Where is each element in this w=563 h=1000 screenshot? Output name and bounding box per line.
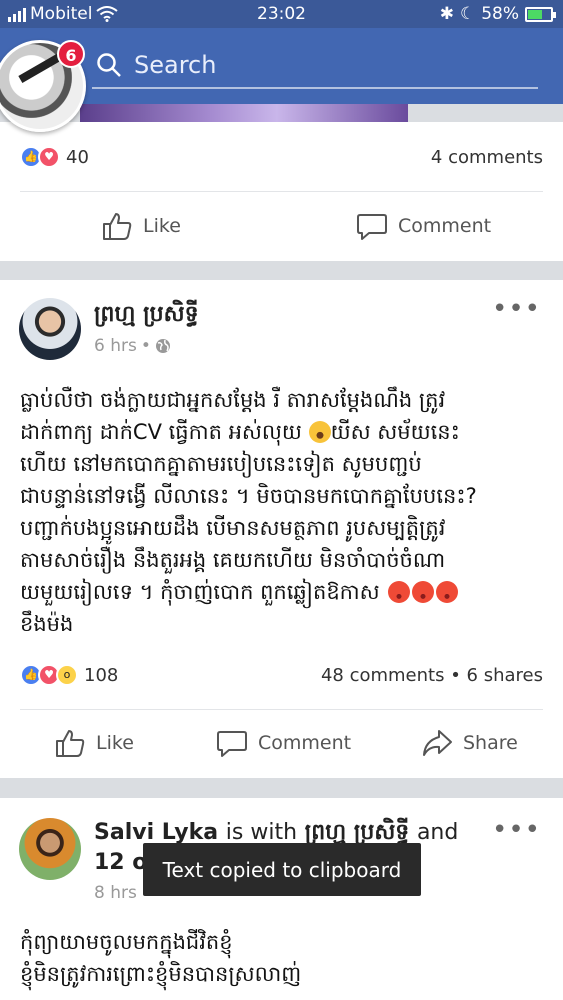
angry-emoji-icon (436, 581, 459, 603)
like-icon (103, 213, 132, 240)
chat-head-badge: 6 (57, 40, 85, 68)
comment-button[interactable]: Comment (356, 210, 491, 242)
search-placeholder: Search (134, 51, 217, 79)
like-button[interactable]: Like (101, 210, 181, 242)
moon-icon: ☾ (459, 4, 476, 24)
status-bar: Mobitel 23:02 ✱ ☾ 58% (0, 0, 563, 28)
love-reaction-icon: ♥ (38, 146, 60, 168)
reaction-count: 108 (84, 664, 119, 686)
like-label: Like (96, 732, 134, 754)
search-icon (97, 53, 121, 77)
post-author[interactable]: ព្រហ្ម ប្រសិទ្ធី (94, 300, 199, 332)
post2-counts[interactable]: 48 comments • 6 shares (321, 665, 543, 686)
author-avatar[interactable] (19, 818, 81, 880)
shares-count[interactable]: 6 shares (467, 665, 543, 686)
like-icon (56, 730, 85, 757)
post2-reactions[interactable]: 👍 ♥ o 108 (20, 661, 118, 689)
search-bar[interactable]: Search (92, 43, 538, 89)
divider (20, 191, 543, 192)
globe-icon (155, 339, 170, 353)
comments-count[interactable]: 48 comments (321, 665, 445, 686)
post-body: កុំព្យាយាមចូលមកក្នុងជីវិតខ្ញុំ ខ្ញុំមិនត… (20, 926, 545, 990)
wow-reaction-icon: o (56, 664, 78, 686)
bluetooth-icon: ✱ (439, 4, 454, 24)
more-options-icon[interactable]: ••• (492, 815, 541, 845)
post-text-line: ហើយ នៅមកបោកគ្នាតាមរបៀបនេះទៀត សូមបញ្ជប់ (20, 452, 422, 476)
share-button[interactable]: Share (421, 727, 518, 759)
reaction-count: 40 (66, 146, 89, 168)
surprised-emoji-icon (308, 421, 331, 443)
toast-message: Text copied to clipboard (143, 843, 421, 896)
comment-button[interactable]: Comment (216, 727, 351, 759)
post-text-line: ធ្លាប់លឺថា ចង់ក្លាយជាអ្នកសម្ដែង រឺ តារាស… (20, 388, 446, 412)
share-label: Share (463, 732, 518, 754)
like-label: Like (143, 215, 181, 237)
tagged-person[interactable]: ព្រហ្ម ប្រសិទ្ធី (305, 820, 410, 845)
angry-emoji-icon (412, 581, 435, 603)
comment-icon (217, 731, 247, 757)
more-options-icon[interactable]: ••• (492, 294, 541, 324)
comment-label: Comment (258, 732, 352, 754)
post-text-line: ជាបន្ទាន់នៅទង្វើ លីលានេះ ។ មិចបានមកបោកគ្… (20, 484, 477, 508)
comment-icon (357, 214, 387, 240)
post-text-line: បញ្ជាក់បងប្អូនអោយដឹង បើមានសមត្ថភាព រូបសម… (20, 516, 446, 540)
post-text-line: យមួយរៀលទេ ។ កុំចាញ់បោក ពួកឆ្លៀតឱកាស (20, 576, 545, 608)
share-icon (423, 730, 452, 756)
author-avatar[interactable] (19, 298, 81, 360)
post-body: ធ្លាប់លឺថា ចង់ក្លាយជាអ្នកសម្ដែង រឺ តារាស… (20, 384, 545, 640)
post-text-line: ដាក់ពាក្យ ដាក់CV ធ្វើកាត អស់លុយ យីស សម័យ… (20, 420, 460, 444)
post-author[interactable]: Salvi Lyka (94, 820, 218, 845)
divider (20, 709, 543, 710)
like-button[interactable]: Like (54, 727, 134, 759)
post-text-line: ខឹងម៉ង (20, 612, 74, 636)
post-text-line: ខ្ញុំមិនត្រូវការព្រោះខ្ញុំមិនបានស្រលាញ់ (20, 962, 302, 986)
angry-emoji-icon (388, 581, 411, 603)
post-meta: 6 hrs • (94, 336, 171, 356)
post-image[interactable] (80, 104, 408, 122)
battery-icon (525, 6, 556, 22)
post-time[interactable]: 6 hrs (94, 336, 137, 356)
chat-head[interactable]: 6 (0, 40, 88, 136)
battery-percent: 58% (481, 4, 519, 24)
comment-label: Comment (398, 215, 492, 237)
post-time[interactable]: 8 hrs (94, 883, 137, 903)
post1-reactions[interactable]: 👍 ♥ 40 (20, 143, 89, 171)
post-text-line: កុំព្យាយាមចូលមកក្នុងជីវិតខ្ញុំ (20, 930, 233, 954)
post-text-line: តាមសាច់រឿង នឹងតួរអង្គ គេយកហើយ មិនចាំបាច់… (20, 548, 446, 572)
post1-comments-count[interactable]: 4 comments (431, 147, 543, 168)
